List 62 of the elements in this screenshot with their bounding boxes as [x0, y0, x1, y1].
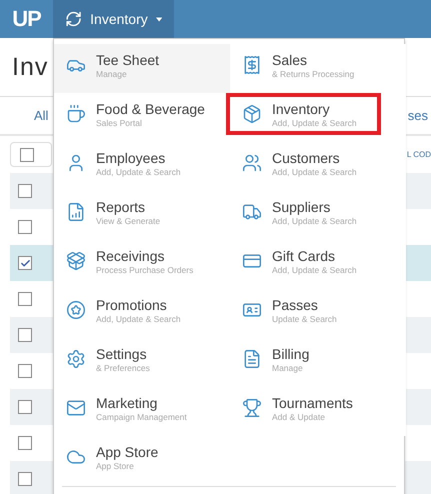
menu-item-subtitle: Add, Update & Search [272, 265, 357, 276]
select-all-dropdown[interactable] [10, 142, 52, 167]
row-checkbox[interactable] [18, 292, 32, 306]
page-title: Inv [12, 53, 48, 82]
row-checkbox[interactable] [18, 364, 32, 378]
row-checkbox[interactable] [18, 256, 32, 270]
menu-item-title: Sales [272, 52, 308, 69]
menu-item-title: Promotions [96, 297, 167, 314]
menu-item-subtitle: Manage [272, 363, 303, 374]
menu-item-subtitle: Add & Update [272, 412, 325, 423]
truck-icon [242, 202, 262, 222]
trophy-icon [242, 398, 262, 418]
menu-item-subtitle: Add, Update & Search [96, 167, 181, 178]
caret-icon [156, 16, 162, 22]
menu-item-subtitle: Update & Search [272, 314, 337, 325]
menu-item-title: App Store [96, 444, 158, 461]
menu-item-subtitle: & Preferences [96, 363, 150, 374]
people-icon [242, 153, 262, 173]
envelope-icon [66, 398, 86, 418]
menu-item-title: Food & Beverage [96, 101, 205, 118]
tab[interactable]: All [34, 108, 48, 123]
row-checkbox[interactable] [18, 220, 32, 234]
tab[interactable]: ses [408, 108, 428, 123]
menu-item-title: Passes [272, 297, 318, 314]
menu-item-title: Employees [96, 150, 166, 167]
menu-item-title: Receivings [96, 248, 164, 265]
document-icon [242, 349, 262, 369]
row-checkbox[interactable] [18, 184, 32, 198]
settings-icon [66, 349, 86, 369]
row-checkbox[interactable] [18, 328, 32, 342]
menu-item-subtitle: Add, Update & Search [96, 314, 181, 325]
inventory-menu-button[interactable]: Inventory [53, 0, 174, 38]
column-label: L COD [406, 150, 431, 159]
menu-item-subtitle: Add, Update & Search [272, 167, 357, 178]
row-checkbox[interactable] [18, 436, 32, 450]
menu-item-title: Suppliers [272, 199, 330, 216]
menu-item-title: Tournaments [272, 395, 353, 412]
menu-item-title: Billing [272, 346, 310, 363]
menu-item-subtitle: Add, Update & Search [272, 118, 357, 129]
menu-item-title: Gift Cards [272, 248, 336, 265]
menu-item-subtitle: Manage [96, 69, 127, 80]
row-checkbox[interactable] [18, 472, 32, 486]
checkmark-icon [20, 258, 30, 268]
menu-item-title: Settings [96, 346, 147, 363]
menu-item-subtitle: Sales Portal [96, 118, 142, 129]
row-checkbox[interactable] [18, 400, 32, 414]
menu-item-subtitle: View & Generate [96, 216, 160, 227]
receipt-icon [242, 55, 262, 75]
menu-item-subtitle: Process Purchase Orders [96, 265, 194, 276]
coffee-cup-icon [66, 104, 86, 124]
menu-item-title: Tee Sheet [96, 52, 160, 69]
menu-item-subtitle: Campaign Management [96, 412, 187, 423]
menu-item[interactable]: Tee Sheet Manage [54, 44, 230, 93]
report-icon [66, 202, 86, 222]
logo[interactable]: UP [0, 0, 53, 38]
menu-item-title: Reports [96, 199, 146, 216]
menu-item-subtitle: App Store [96, 461, 134, 472]
menu-item-title: Marketing [96, 395, 158, 412]
menu-item-subtitle: Add, Update & Search [272, 216, 357, 227]
menu-item-subtitle: & Returns Processing [272, 69, 354, 80]
menu-item-title: Customers [272, 150, 340, 167]
menu-item-title: Inventory [272, 101, 330, 118]
